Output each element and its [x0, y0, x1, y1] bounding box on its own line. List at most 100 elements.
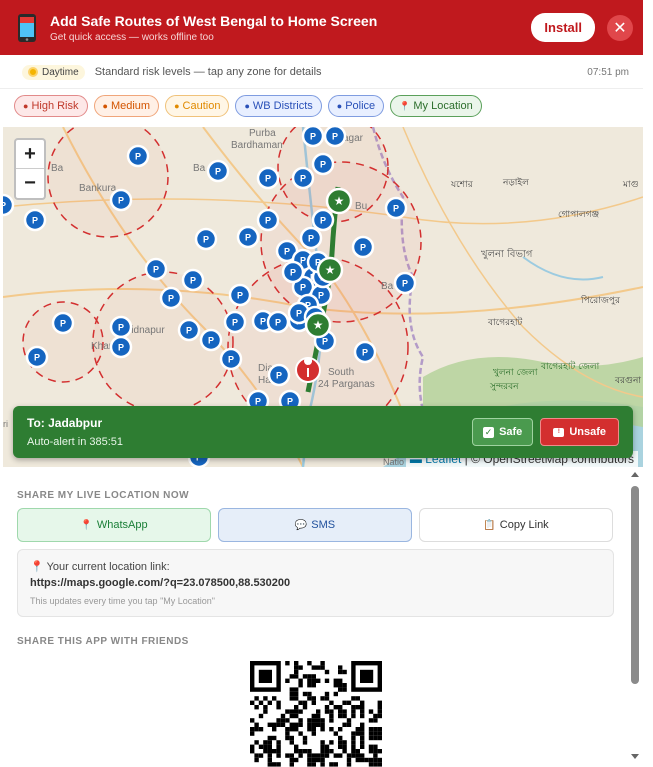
police-marker[interactable]: P — [256, 208, 280, 232]
filter-caution[interactable]: ● Caution — [165, 95, 230, 117]
qr-module — [250, 727, 255, 732]
police-marker[interactable]: P — [109, 315, 133, 339]
qr-module — [311, 713, 316, 719]
qr-module — [320, 757, 325, 763]
police-marker[interactable]: P — [291, 166, 315, 190]
qr-module — [324, 705, 330, 710]
banner-title: Add Safe Routes of West Bengal to Home S… — [50, 12, 378, 29]
qr-module — [294, 749, 299, 754]
qr-module — [289, 709, 294, 714]
qr-module — [302, 691, 308, 697]
qr-module — [351, 696, 356, 701]
police-marker[interactable]: P — [219, 347, 243, 371]
qr-module — [342, 749, 347, 754]
safe-button[interactable]: ✓ Safe — [472, 418, 534, 446]
police-marker[interactable]: P — [267, 363, 291, 387]
my-location-marker[interactable] — [295, 357, 321, 383]
sms-button[interactable]: 💬 SMS — [218, 508, 412, 542]
police-marker[interactable]: P — [109, 335, 133, 359]
police-marker[interactable]: P — [181, 268, 205, 292]
qr-module — [368, 731, 374, 736]
close-icon[interactable]: ✕ — [607, 14, 633, 41]
scroll-down-icon[interactable] — [631, 754, 639, 759]
police-marker[interactable]: P — [393, 271, 417, 295]
location-url[interactable]: https://maps.google.com/?q=23.078500,88.… — [30, 577, 601, 589]
scroll-up-icon[interactable] — [631, 472, 639, 477]
copy-link-button[interactable]: 📋 Copy Link — [419, 508, 613, 542]
filter-medium[interactable]: ● Medium — [93, 95, 160, 117]
police-marker[interactable]: P — [177, 318, 201, 342]
qr-module — [373, 735, 378, 741]
filter-police[interactable]: ● Police — [327, 95, 385, 117]
qr-module — [285, 678, 290, 683]
svg-text:P: P — [153, 265, 159, 275]
safe-zone-marker[interactable]: ★ — [304, 311, 332, 339]
filter-label: WB Districts — [252, 100, 313, 112]
qr-module — [333, 691, 338, 697]
zoom-out-button[interactable]: − — [16, 169, 44, 198]
filter-my-location[interactable]: 📍 My Location — [390, 95, 482, 117]
svg-text:P: P — [300, 283, 306, 293]
police-marker[interactable]: P — [126, 144, 150, 168]
police-marker[interactable]: P — [144, 257, 168, 281]
qr-module — [338, 753, 343, 758]
qr-module — [285, 753, 290, 758]
qr-module — [333, 683, 338, 688]
install-button[interactable]: Install — [531, 13, 595, 42]
svg-text:P: P — [228, 355, 234, 365]
scrollbar-thumb[interactable] — [631, 486, 639, 684]
share-location-heading: SHARE MY LIVE LOCATION NOW — [17, 490, 190, 501]
qr-module — [355, 749, 360, 754]
police-marker[interactable]: P — [3, 193, 15, 217]
svg-text:P: P — [118, 323, 124, 333]
zoom-in-button[interactable]: + — [16, 140, 44, 169]
svg-text:P: P — [190, 276, 196, 286]
qr-module — [360, 713, 365, 719]
police-marker[interactable]: P — [384, 196, 408, 220]
safe-zone-marker[interactable]: ★ — [316, 256, 344, 284]
police-marker[interactable]: P — [109, 188, 133, 212]
whatsapp-button[interactable]: 📍 WhatsApp — [17, 508, 211, 542]
police-marker[interactable]: P — [299, 226, 323, 250]
police-marker[interactable]: P — [311, 152, 335, 176]
qr-module — [373, 727, 378, 732]
qr-module — [311, 674, 316, 679]
qr-module — [373, 713, 378, 719]
police-marker[interactable]: P — [281, 260, 305, 284]
police-marker[interactable]: P — [353, 340, 377, 364]
police-marker[interactable]: P — [311, 208, 335, 232]
police-marker[interactable]: P — [256, 166, 280, 190]
police-marker[interactable]: P — [266, 310, 290, 334]
police-marker[interactable]: P — [25, 345, 49, 369]
qr-module — [311, 683, 316, 688]
police-marker[interactable]: P — [301, 127, 325, 148]
police-marker[interactable]: P — [351, 235, 375, 259]
qr-module — [267, 740, 272, 745]
police-marker[interactable]: P — [51, 311, 75, 335]
unsafe-button[interactable]: ! Unsafe — [540, 418, 619, 446]
qr-module — [329, 740, 334, 745]
filter-high-risk[interactable]: ● High Risk — [14, 95, 88, 117]
police-marker[interactable]: P — [159, 286, 183, 310]
police-marker[interactable]: P — [206, 159, 230, 183]
police-marker[interactable]: P — [323, 127, 347, 148]
qr-module — [338, 735, 343, 741]
qr-module — [377, 749, 382, 754]
filter-wb-districts[interactable]: ● WB Districts — [235, 95, 322, 117]
qr-module — [289, 753, 294, 758]
qr-module — [342, 740, 347, 745]
police-marker[interactable]: P — [199, 328, 223, 352]
qr-module — [307, 762, 312, 767]
police-marker[interactable]: P — [223, 310, 247, 334]
qr-module — [355, 705, 360, 710]
police-marker[interactable]: P — [228, 283, 252, 307]
svg-text:P: P — [320, 216, 326, 226]
safe-zone-marker[interactable]: ★ — [325, 187, 353, 215]
app-page: Add Safe Routes of West Bengal to Home S… — [0, 0, 653, 767]
police-marker[interactable]: P — [194, 227, 218, 251]
dot-icon: ● — [336, 101, 343, 111]
police-marker[interactable]: P — [23, 208, 47, 232]
scrollbar[interactable] — [628, 468, 643, 767]
police-marker[interactable]: P — [236, 225, 260, 249]
qr-module — [258, 700, 264, 705]
